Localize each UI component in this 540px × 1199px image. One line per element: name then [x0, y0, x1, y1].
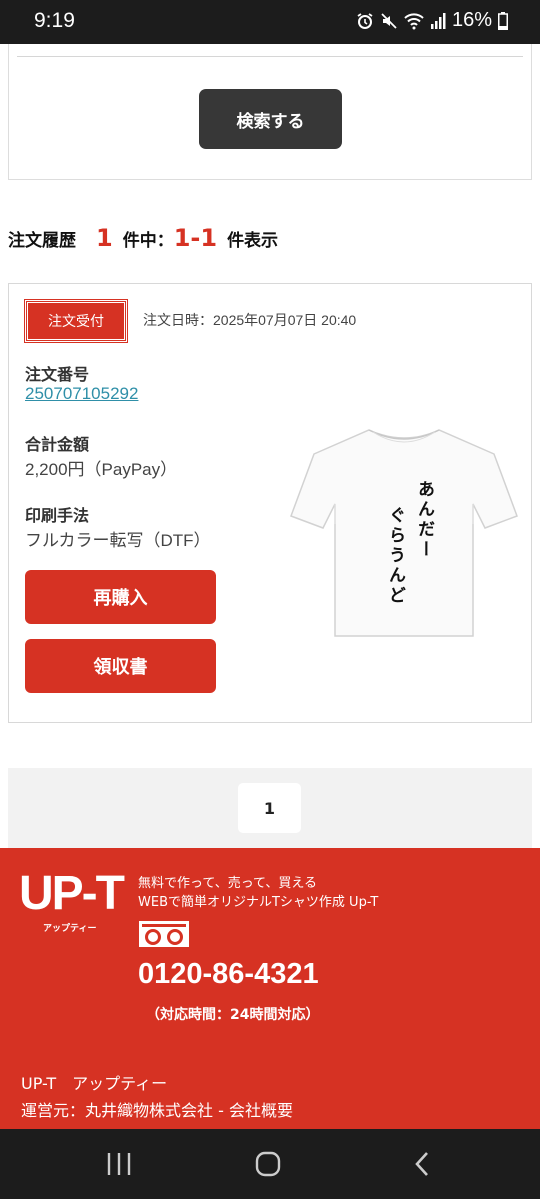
freedial-icon — [139, 921, 189, 947]
print-method-label: 印刷手法 — [25, 506, 90, 525]
status-time: 9:19 — [34, 9, 75, 32]
mute-icon — [381, 12, 397, 29]
print-method-value: フルカラー転写（DTF） — [25, 531, 211, 550]
order-date-value: 2025年07月07日 20:40 — [213, 312, 357, 328]
pagination: 1 — [8, 768, 532, 848]
footer-operator-link[interactable]: 運営元：丸井織物株式会社 - 会社概要 — [21, 1097, 293, 1121]
order-total-label: 合計金額 — [25, 435, 90, 454]
tshirt-print-line1: あんだー — [414, 480, 435, 560]
search-button[interactable]: 検索する — [199, 89, 342, 149]
receipt-button[interactable]: 領収書 — [25, 639, 216, 693]
tagline-2: WEBで簡単オリジナルTシャツ作成 Up-T — [138, 895, 379, 910]
status-bar: 9:19 16% — [0, 0, 540, 44]
history-total-count: 1 — [96, 224, 113, 252]
battery-icon — [498, 11, 508, 30]
battery-percent: 16% — [451, 9, 492, 31]
system-nav-bar — [0, 1129, 540, 1199]
phone-number[interactable]: 0120-86-4321 — [138, 958, 319, 991]
order-total-value: 2,200円（PayPay） — [25, 460, 178, 479]
history-range-suffix: 件表示 — [227, 231, 279, 251]
footer-brand-link[interactable]: UP-T アップティー — [21, 1070, 167, 1094]
recent-apps-icon[interactable] — [106, 1151, 132, 1177]
site-footer: UP-T アップティー 無料で作って、売って、買える WEBで簡単オリジナルTシ… — [0, 848, 540, 1129]
alarm-icon — [357, 12, 373, 29]
order-number-value: 250707105292 — [25, 384, 138, 404]
tagline-1: 無料で作って、売って、買える — [138, 876, 318, 891]
history-total-suffix: 件中： — [122, 231, 174, 251]
signal-icon — [430, 12, 446, 29]
divider — [17, 56, 523, 57]
search-panel: 検索する — [8, 44, 532, 180]
order-date: 注文日時：2025年07月07日 20:40 — [143, 310, 356, 330]
back-icon[interactable] — [410, 1151, 436, 1177]
upt-logo[interactable]: UP-T — [19, 870, 125, 918]
order-number-label: 注文番号 — [25, 365, 90, 384]
support-hours: （対応時間：24時間対応） — [146, 1007, 320, 1023]
status-badge: 注文受付 — [24, 299, 128, 343]
rebuy-button[interactable]: 再購入 — [25, 570, 216, 624]
history-range: 1-1 — [173, 224, 218, 252]
history-title: 注文履歴 — [8, 231, 76, 251]
home-icon[interactable] — [255, 1151, 281, 1177]
order-number-link[interactable]: 250707105292 — [25, 384, 138, 403]
status-icons: 16% — [356, 9, 508, 32]
order-history-heading: 注文履歴 1 件中： 1-1 件表示 — [8, 224, 278, 252]
wifi-icon — [404, 12, 424, 29]
tshirt-image[interactable]: あんだー ぐらうんど — [289, 424, 519, 644]
page-1-button[interactable]: 1 — [238, 783, 301, 833]
tshirt-print-line2: ぐらうんど — [385, 506, 406, 606]
logo-subtitle: アップティー — [43, 924, 97, 934]
order-card: 注文受付 注文日時：2025年07月07日 20:40 注文番号 2507071… — [8, 283, 532, 723]
order-date-label: 注文日時： — [143, 312, 213, 328]
